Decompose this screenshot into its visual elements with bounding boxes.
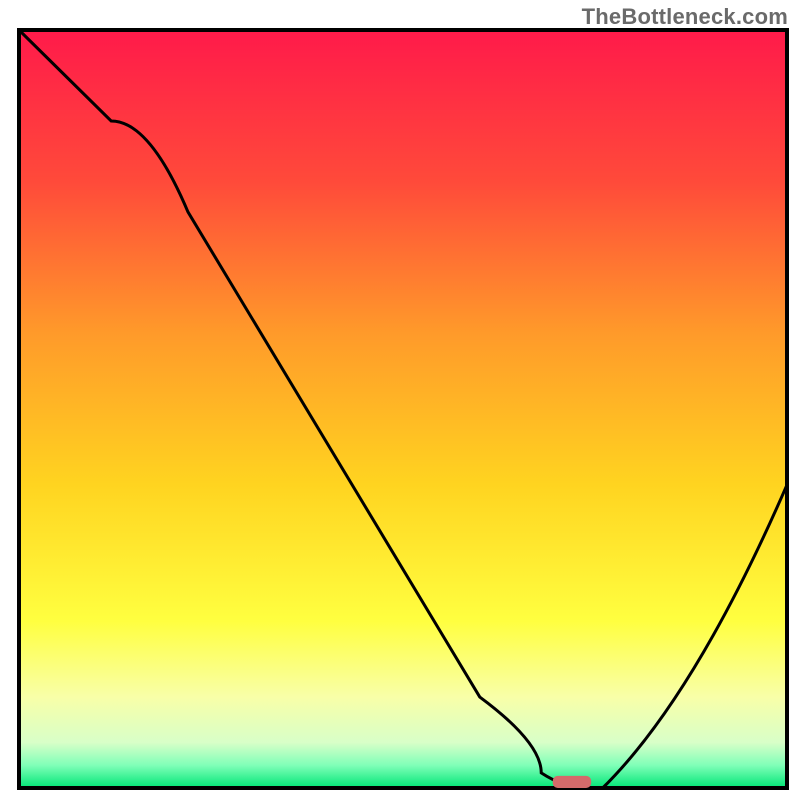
optimal-marker	[553, 776, 591, 788]
bottleneck-chart	[0, 0, 800, 800]
watermark-text: TheBottleneck.com	[582, 4, 788, 30]
plot-background	[19, 30, 787, 788]
chart-container: { "watermark": "TheBottleneck.com", "cha…	[0, 0, 800, 800]
